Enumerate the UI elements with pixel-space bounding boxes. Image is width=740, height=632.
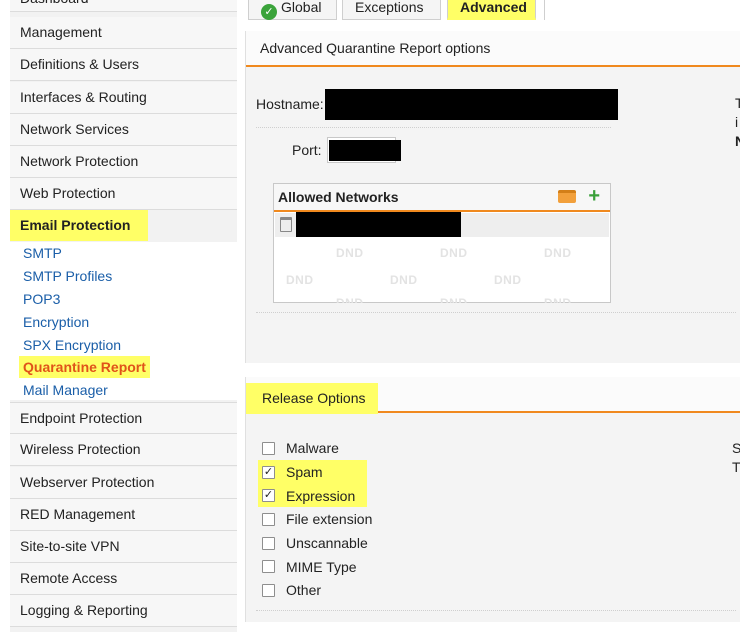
allowed-networks-box: Allowed Networks + DND DND DND DND DND D… [273, 183, 611, 303]
mime-type-label: MIME Type [286, 559, 357, 575]
submenu-item-smtp[interactable]: SMTP [23, 242, 62, 264]
unscannable-label: Unscannable [286, 535, 368, 551]
tab-advanced-label: Advanced [460, 0, 527, 15]
sidebar-item-webserver-protection[interactable]: Webserver Protection [10, 467, 237, 499]
panel-title: Advanced Quarantine Report options [246, 31, 740, 67]
hostname-input[interactable] [325, 89, 618, 120]
divider [256, 610, 736, 611]
sidebar-item-site-to-site-vpn[interactable]: Site-to-site VPN [10, 531, 237, 563]
dnd-watermark: DND [440, 296, 468, 303]
spam-label: Spam [286, 464, 323, 480]
malware-label: Malware [286, 440, 339, 456]
port-label: Port: [292, 142, 322, 158]
email-protection-submenu: SMTP SMTP Profiles POP3 Encryption SPX E… [10, 242, 237, 400]
help-text-line-3: N [735, 133, 740, 149]
tab-exceptions[interactable]: Exceptions [342, 0, 441, 20]
tab-divider [544, 0, 545, 20]
divider [256, 127, 611, 128]
tab-exceptions-label: Exceptions [355, 0, 424, 15]
sidebar-item-wireless-protection[interactable]: Wireless Protection [10, 434, 237, 466]
tab-global[interactable]: ✓ Global [248, 0, 337, 20]
help-text-line-1: T [735, 95, 740, 111]
trash-icon[interactable] [280, 217, 292, 232]
tab-advanced[interactable]: Advanced [447, 0, 536, 20]
dnd-watermark: DND [494, 273, 522, 287]
dnd-watermark: DND [440, 246, 468, 260]
sidebar-item-network-services[interactable]: Network Services [10, 114, 237, 146]
sidebar-item-network-protection[interactable]: Network Protection [10, 146, 237, 178]
folder-icon[interactable] [558, 190, 576, 203]
release-help-line-2: T [732, 459, 740, 475]
other-label: Other [286, 582, 322, 598]
release-options-panel: Release Options Malware ✓ Spam ✓ Express… [245, 377, 740, 622]
sidebar-item-email-protection[interactable]: Email Protection [10, 210, 237, 242]
network-entry [296, 212, 461, 237]
sidebar-item-definitions-users[interactable]: Definitions & Users [10, 49, 237, 81]
dnd-watermark: DND [286, 273, 314, 287]
sidebar-item-web-protection[interactable]: Web Protection [10, 178, 237, 210]
sidebar-item-endpoint-protection[interactable]: Endpoint Protection [10, 402, 237, 434]
expression-checkbox[interactable]: ✓ [262, 489, 275, 502]
dnd-watermark: DND [544, 296, 572, 303]
submenu-item-pop3[interactable]: POP3 [23, 288, 60, 310]
check-circle-icon: ✓ [261, 4, 277, 20]
other-checkbox[interactable] [262, 584, 275, 597]
unscannable-checkbox[interactable] [262, 537, 275, 550]
sidebar: Dashboard Management Definitions & Users… [10, 0, 237, 632]
sidebar-item-logging-reporting[interactable]: Logging & Reporting [10, 595, 237, 627]
malware-checkbox[interactable] [262, 442, 275, 455]
submenu-item-quarantine-report[interactable]: Quarantine Report [19, 356, 150, 378]
tab-global-label: Global [281, 0, 322, 15]
divider [256, 312, 736, 313]
sidebar-item-dashboard[interactable]: Dashboard [10, 0, 237, 12]
file-extension-checkbox[interactable] [262, 513, 275, 526]
submenu-item-mail-manager[interactable]: Mail Manager [23, 379, 108, 401]
submenu-item-encryption[interactable]: Encryption [23, 311, 89, 333]
plus-icon[interactable]: + [588, 185, 600, 208]
sidebar-item-label: Email Protection [20, 217, 131, 233]
port-input[interactable] [329, 140, 401, 161]
release-options-title: Release Options [246, 383, 378, 414]
release-options-header: Release Options [246, 377, 740, 414]
help-text-line-2: i [735, 114, 739, 130]
dnd-watermark: DND [336, 246, 364, 260]
hostname-label: Hostname: [256, 96, 324, 112]
sidebar-item-red-management[interactable]: RED Management [10, 499, 237, 531]
sidebar-item-remote-access[interactable]: Remote Access [10, 563, 237, 595]
submenu-item-spx-encryption[interactable]: SPX Encryption [23, 334, 121, 356]
file-extension-label: File extension [286, 511, 373, 527]
dnd-watermark: DND [544, 246, 572, 260]
dnd-watermark: DND [336, 296, 364, 303]
mime-type-checkbox[interactable] [262, 560, 275, 573]
release-help-line-1: S [732, 440, 740, 456]
advanced-quarantine-panel: Advanced Quarantine Report options Hostn… [245, 31, 740, 363]
sidebar-item-interfaces-routing[interactable]: Interfaces & Routing [10, 82, 237, 114]
sidebar-item-management[interactable]: Management [10, 17, 237, 49]
spam-checkbox[interactable]: ✓ [262, 466, 275, 479]
expression-label: Expression [286, 488, 356, 504]
submenu-item-smtp-profiles[interactable]: SMTP Profiles [23, 265, 112, 287]
dnd-watermark: DND [390, 273, 418, 287]
